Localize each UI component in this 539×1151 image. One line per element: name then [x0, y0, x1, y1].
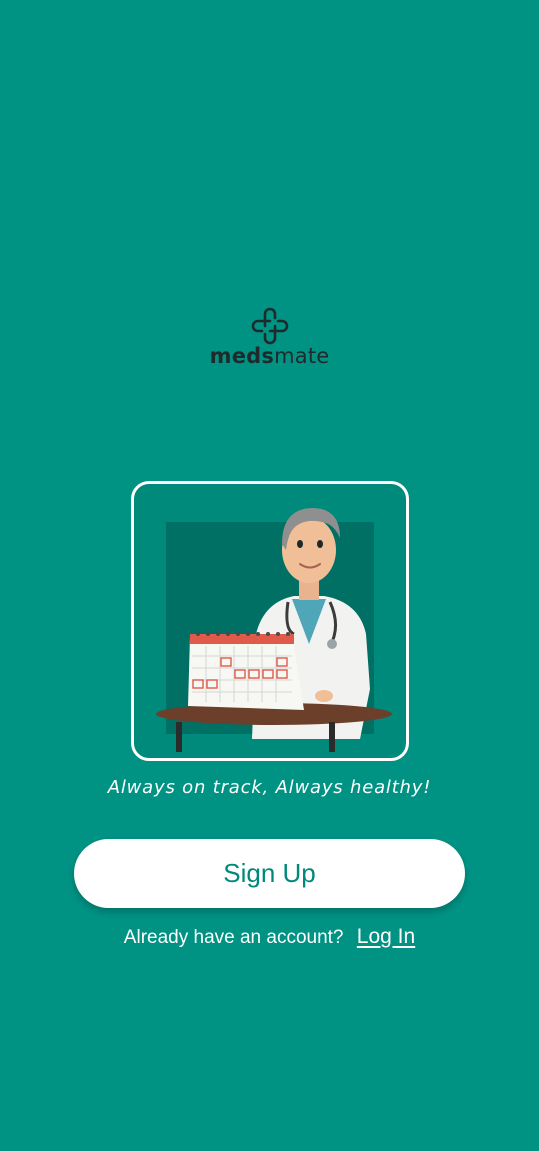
brand-name-bold: meds: [209, 344, 275, 368]
login-prompt-row: Already have an account? Log In: [0, 925, 539, 949]
sign-up-button[interactable]: Sign Up: [74, 839, 465, 908]
medsmate-logo-icon: [251, 307, 288, 345]
brand-name: medsmate: [0, 344, 539, 368]
log-in-link[interactable]: Log In: [357, 925, 415, 948]
doctor-with-calendar-illustration: [156, 508, 392, 752]
login-prompt-text: Already have an account?: [123, 927, 344, 948]
app-logo: medsmate: [0, 306, 539, 368]
brand-name-light: mate: [274, 344, 330, 368]
tagline: Always on track, Always healthy!: [107, 777, 432, 798]
doctor-illustration-card: [131, 481, 409, 761]
